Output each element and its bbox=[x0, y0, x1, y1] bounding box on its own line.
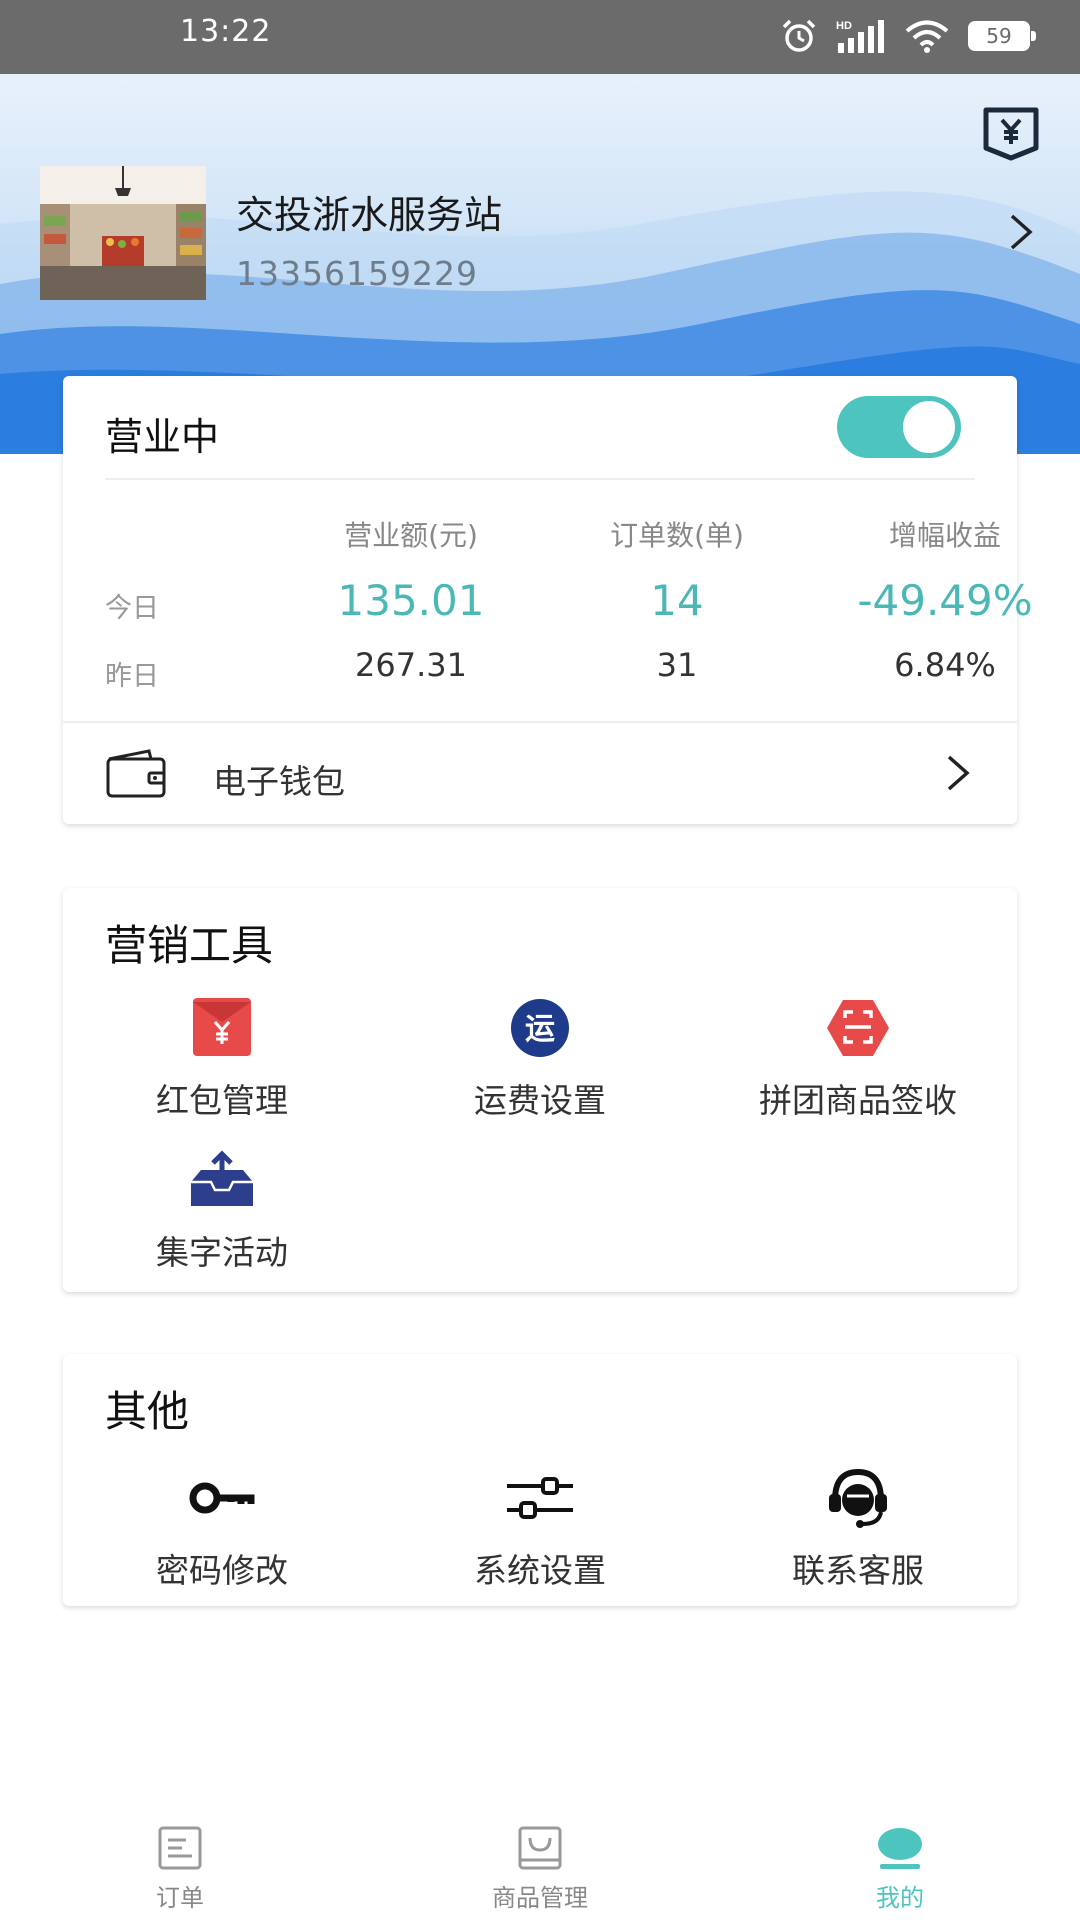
tool-label: 运费设置 bbox=[474, 1081, 606, 1120]
marketing-tools-title: 营销工具 bbox=[105, 921, 274, 970]
system-settings-button[interactable]: 系统设置 bbox=[381, 1466, 699, 1592]
status-time: 13:22 bbox=[180, 14, 272, 49]
column-header-revenue: 营业额(元) bbox=[344, 519, 478, 552]
store-avatar[interactable] bbox=[40, 166, 206, 300]
word-collecting-activity-button[interactable]: 集字活动 bbox=[63, 1148, 381, 1274]
red-envelope-icon bbox=[193, 998, 251, 1056]
today-revenue: 135.01 bbox=[337, 576, 485, 625]
chevron-right-icon bbox=[947, 755, 970, 791]
e-wallet-label: 电子钱包 bbox=[213, 762, 345, 801]
toggle-knob bbox=[903, 401, 955, 453]
tool-label: 拼团商品签收 bbox=[759, 1081, 957, 1120]
red-envelope-management-button[interactable]: 红包管理 bbox=[63, 996, 381, 1122]
marketing-tools-card: 营销工具 红包管理 运 运费设置 拼团商品签收 集字活动 bbox=[63, 888, 1017, 1292]
store-name: 交投浙水服务站 bbox=[236, 193, 503, 237]
other-title: 其他 bbox=[105, 1387, 190, 1436]
status-icons: HD 59 bbox=[780, 16, 1036, 56]
divider bbox=[105, 478, 975, 480]
yesterday-growth: 6.84% bbox=[894, 646, 996, 684]
e-wallet-row[interactable]: 电子钱包 bbox=[63, 723, 1017, 824]
nav-label: 订单 bbox=[156, 1884, 204, 1912]
battery-indicator: 59 bbox=[968, 21, 1036, 51]
nav-item-orders[interactable]: 订单 bbox=[0, 1808, 360, 1920]
today-growth: -49.49% bbox=[857, 576, 1033, 625]
status-bar: 13:22 HD 59 bbox=[0, 0, 1080, 74]
shipping-settings-button[interactable]: 运 运费设置 bbox=[381, 996, 699, 1122]
business-status-card: 营业中 营业额(元) 订单数(单) 增幅收益 今日 135.01 14 -49.… bbox=[63, 376, 1033, 824]
nav-item-products[interactable]: 商品管理 bbox=[360, 1808, 720, 1920]
order-list-icon bbox=[158, 1826, 202, 1870]
key-icon bbox=[189, 1482, 255, 1514]
sliders-icon bbox=[507, 1477, 573, 1519]
business-open-toggle[interactable] bbox=[837, 396, 961, 458]
tool-label: 联系客服 bbox=[792, 1551, 924, 1590]
contact-support-button[interactable]: 联系客服 bbox=[699, 1466, 1017, 1592]
store-phone: 13356159229 bbox=[236, 254, 478, 293]
wifi-icon bbox=[905, 20, 949, 53]
tool-label: 集字活动 bbox=[156, 1233, 288, 1272]
tool-label: 密码修改 bbox=[156, 1551, 288, 1590]
svg-text:HD: HD bbox=[836, 20, 852, 32]
scan-icon bbox=[827, 1000, 889, 1056]
chevron-right-icon[interactable] bbox=[1006, 212, 1036, 252]
group-buy-receipt-button[interactable]: 拼团商品签收 bbox=[699, 996, 1017, 1122]
store-photo-image bbox=[40, 166, 206, 300]
headset-icon bbox=[829, 1468, 887, 1528]
inbox-upload-icon bbox=[191, 1150, 253, 1206]
column-header-growth: 增幅收益 bbox=[888, 519, 1001, 552]
shipping-icon: 运 bbox=[511, 999, 569, 1057]
screen: 13:22 HD 59 交投浙水服务站 13356159229 营业中 营业额(… bbox=[0, 0, 1080, 1920]
yesterday-orders: 31 bbox=[656, 646, 698, 684]
business-status-label: 营业中 bbox=[105, 415, 220, 459]
wallet-icon bbox=[106, 749, 166, 798]
today-orders: 14 bbox=[650, 576, 704, 625]
alarm-icon bbox=[782, 19, 816, 52]
bag-icon bbox=[518, 1826, 562, 1870]
nav-label: 商品管理 bbox=[492, 1884, 588, 1912]
tool-label: 红包管理 bbox=[156, 1081, 288, 1120]
row-label-today: 今日 bbox=[105, 593, 159, 624]
change-password-button[interactable]: 密码修改 bbox=[63, 1466, 381, 1592]
yen-wallet-icon[interactable] bbox=[980, 104, 1042, 164]
bottom-navigation: 订单 商品管理 我的 bbox=[0, 1808, 1080, 1920]
signal-icon: HD bbox=[836, 20, 884, 53]
row-label-yesterday: 昨日 bbox=[105, 661, 159, 692]
yesterday-revenue: 267.31 bbox=[355, 646, 467, 684]
nav-item-profile[interactable]: 我的 bbox=[720, 1808, 1080, 1920]
svg-text:运: 运 bbox=[525, 1012, 555, 1047]
nav-label: 我的 bbox=[876, 1884, 924, 1912]
column-header-orders: 订单数(单) bbox=[610, 519, 744, 552]
other-card: 其他 密码修改 系统设置 联系客服 bbox=[63, 1354, 1017, 1606]
tool-label: 系统设置 bbox=[474, 1551, 606, 1590]
profile-icon bbox=[878, 1828, 922, 1869]
